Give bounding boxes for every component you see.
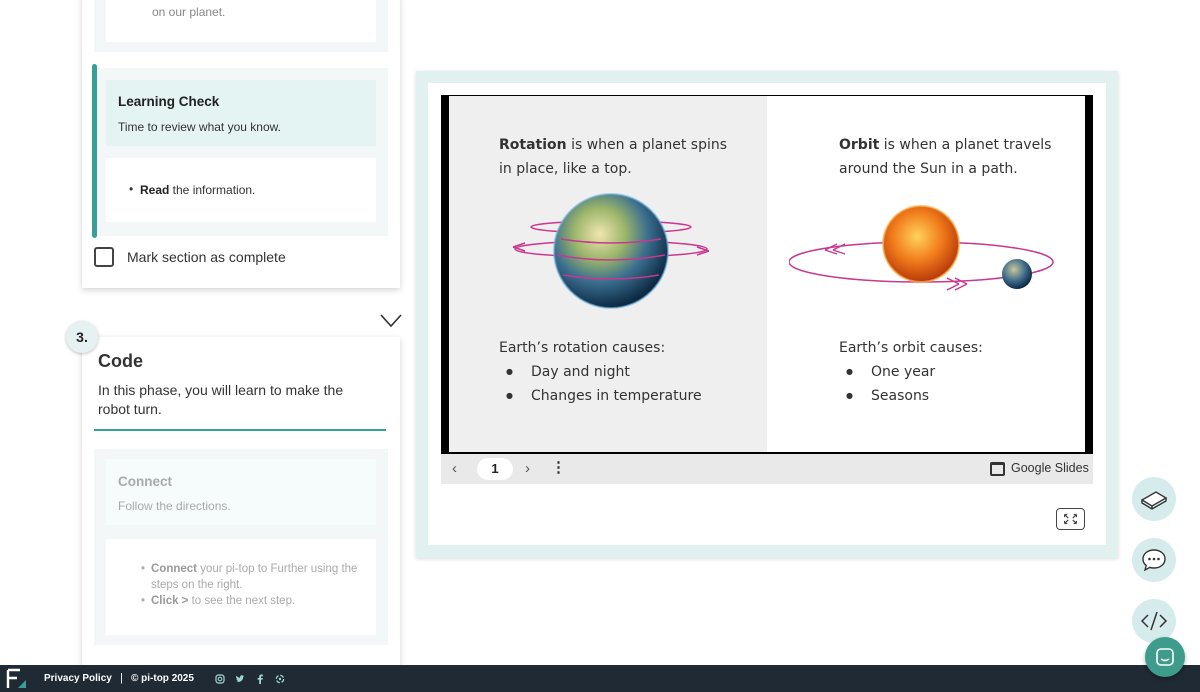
slide-rotation-column: Rotation is when a planet spins in place… — [449, 96, 767, 452]
list-item: Changes in temperature — [499, 384, 702, 408]
slide-page-number[interactable]: 1 — [477, 458, 513, 480]
section-number-badge: 3. — [66, 321, 98, 353]
chevron-left-icon[interactable]: ‹ — [452, 460, 457, 477]
connect-body: Connect your pi-top to Further using the… — [106, 539, 376, 635]
previous-activity-body: on our planet. — [106, 0, 376, 42]
section-title: Code — [98, 351, 143, 371]
learning-check-title: Learning Check — [118, 94, 220, 109]
connect-subtitle: Follow the directions. — [118, 499, 231, 513]
slide-viewer[interactable]: Rotation is when a planet spins in place… — [441, 95, 1093, 454]
section-card: on our planet. Learning Check Time to re… — [82, 0, 400, 288]
previous-activity-panel: on our planet. — [94, 0, 388, 52]
code-icon — [1140, 611, 1168, 631]
twitter-icon[interactable] — [235, 674, 245, 684]
copyright-text: © pi-top 2025 — [131, 673, 194, 684]
support-chat-button[interactable] — [1145, 637, 1185, 677]
rotation-causes-list: Day and night Changes in temperature — [499, 360, 702, 408]
learning-check-header: Learning Check Time to review what you k… — [106, 80, 376, 146]
chevron-down-icon[interactable] — [380, 313, 402, 329]
bullet-text: the information. — [169, 183, 256, 197]
orbit-term: Orbit — [839, 137, 880, 153]
connect-panel: Connect Follow the directions. Connect y… — [94, 449, 388, 645]
privacy-policy-link[interactable]: Privacy Policy — [44, 673, 112, 684]
active-indicator-bar — [92, 64, 97, 238]
mark-complete-checkbox[interactable] — [94, 247, 114, 267]
books-icon — [1140, 491, 1168, 510]
orbit-causes-title: Earth’s orbit causes: — [839, 340, 983, 356]
chat-bubble-icon — [1142, 549, 1166, 572]
connect-title: Connect — [118, 474, 172, 489]
orbit-definition: Orbit is when a planet travels around th… — [839, 133, 1069, 181]
google-slides-icon[interactable] — [990, 462, 1005, 476]
connect-header: Connect Follow the directions. — [106, 459, 376, 525]
google-slides-link[interactable]: Google Slides — [1011, 461, 1089, 475]
rotation-causes-title: Earth’s rotation causes: — [499, 340, 666, 356]
step-text: to see the next step. — [188, 595, 296, 607]
rotation-term: Rotation — [499, 137, 567, 153]
footer-separator: | — [120, 672, 123, 684]
slide: Rotation is when a planet spins in place… — [449, 96, 1085, 452]
section-card-code: Code In this phase, you will learn to ma… — [82, 337, 400, 677]
list-item: Connect your pi-top to Further using the… — [141, 561, 366, 593]
learning-check-subtitle: Time to review what you know. — [118, 120, 281, 134]
orbit-causes-list: One year Seasons — [839, 360, 935, 408]
list-item: Seasons — [839, 384, 935, 408]
instagram-icon[interactable] — [215, 674, 225, 684]
discord-icon[interactable] — [275, 674, 285, 684]
slides-toolbar: ‹ 1 › ⋮ Google Slides — [441, 454, 1093, 484]
chevron-right-icon[interactable]: › — [525, 460, 530, 477]
learning-check-bullet: Read the information. — [129, 182, 256, 197]
step-bold: Click > — [151, 595, 189, 607]
list-item: Click > to see the next step. — [141, 593, 366, 609]
chat-icon — [1156, 648, 1174, 666]
mark-complete-row[interactable]: Mark section as complete — [94, 247, 286, 267]
earth-orbit-illustration — [789, 205, 1054, 291]
mark-complete-label[interactable]: Mark section as complete — [127, 249, 286, 265]
section-description: In this phase, you will learn to make th… — [98, 382, 344, 417]
rotation-definition: Rotation is when a planet spins in place… — [499, 133, 739, 181]
expand-icon[interactable] — [1056, 508, 1085, 530]
facebook-icon[interactable] — [256, 674, 264, 684]
more-options-icon[interactable]: ⋮ — [551, 458, 566, 476]
learning-check-body: Read the information. — [106, 158, 376, 222]
slides-embed-container: Rotation is when a planet spins in place… — [416, 71, 1118, 558]
further-logo-icon[interactable] — [6, 668, 28, 690]
previous-activity-text: on our planet. — [152, 5, 226, 19]
list-item: Day and night — [499, 360, 702, 384]
earth-rotation-illustration — [512, 193, 710, 309]
connect-steps-list: Connect your pi-top to Further using the… — [141, 561, 366, 609]
learning-check-panel: Learning Check Time to review what you k… — [94, 68, 388, 236]
slide-orbit-column: Orbit is when a planet travels around th… — [767, 96, 1085, 452]
step-bold: Connect — [151, 563, 197, 575]
slides-embed-card: Rotation is when a planet spins in place… — [428, 83, 1106, 545]
footer: Privacy Policy | © pi-top 2025 — [0, 665, 1200, 692]
comments-button[interactable] — [1132, 538, 1176, 582]
section-divider — [94, 429, 386, 431]
bullet-bold: Read — [140, 183, 170, 197]
code-editor-button[interactable] — [1132, 599, 1176, 643]
resources-button[interactable] — [1132, 477, 1176, 521]
list-item: One year — [839, 360, 935, 384]
